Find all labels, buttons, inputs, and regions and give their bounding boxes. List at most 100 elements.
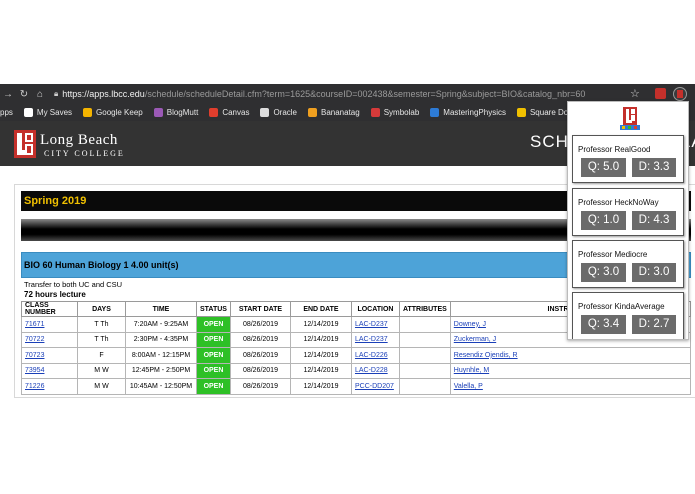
cell-start: 08/26/2019: [229, 378, 291, 395]
address-field[interactable]: https://apps.lbcc.edu/schedule/scheduleD…: [62, 89, 585, 99]
cell-end: 12/14/2019: [289, 331, 352, 348]
instructor-link[interactable]: Valella, P: [454, 383, 483, 390]
class-number-link[interactable]: 71226: [25, 383, 44, 390]
extension-icon[interactable]: [655, 88, 666, 99]
instructor-link[interactable]: Downey, J: [454, 321, 486, 328]
bookmark-label: Oracle: [273, 108, 297, 117]
cell-class-number: 73954: [21, 362, 78, 379]
bookmark-item[interactable]: My Saves: [23, 108, 73, 117]
rating-extension-popup: Professor RealGood Q: 5.0 D: 3.3 Professor …: [567, 101, 689, 340]
bookmark-label: MasteringPhysics: [443, 108, 506, 117]
col-status: STATUS: [196, 301, 231, 317]
lbcc-extension-icon[interactable]: [673, 87, 687, 101]
cell-end: 12/14/2019: [289, 378, 352, 395]
bookmark-item[interactable]: Bananatag: [308, 108, 360, 117]
cell-attributes: [398, 316, 451, 333]
bookmark-label: Symbolab: [383, 108, 420, 117]
squaredots-icon: [516, 108, 526, 117]
transfer-note: Transfer to both UC and CSU: [24, 280, 123, 289]
table-row: 73954 M W 12:45PM - 2:50PM OPEN 08/26/2019 12…: [21, 362, 692, 379]
quality-score: Q: 3.4: [581, 315, 626, 334]
cell-class-number: 71671: [21, 316, 78, 333]
bookmark-item[interactable]: Symbolab: [370, 108, 420, 117]
semester-label: Spring 2019: [24, 195, 87, 207]
professor-name: Professor HeckNoWay: [578, 198, 659, 207]
bookmark-label: Bananatag: [321, 108, 360, 117]
col-start-date: START DATE: [229, 301, 291, 317]
bookmark-item[interactable]: Oracle: [260, 108, 297, 117]
cell-days: M W: [77, 378, 126, 395]
col-attributes: ATTRIBUTES: [398, 301, 451, 317]
cell-attributes: [398, 347, 451, 364]
instructor-link[interactable]: Zuckerman, J: [454, 336, 496, 343]
col-class-number: CLASS NUMBER: [21, 301, 78, 317]
cell-status: OPEN: [196, 347, 231, 364]
instructor-link[interactable]: Resendiz Ojendis, R: [454, 352, 518, 359]
instructor-link[interactable]: Huynhle, M: [454, 367, 489, 374]
difficulty-score: D: 3.3: [632, 158, 676, 177]
location-link[interactable]: LAC-D226: [355, 352, 388, 359]
bookmark-item[interactable]: MasteringPhysics: [430, 108, 506, 117]
mastering-icon: [430, 108, 440, 117]
difficulty-score: D: 2.7: [632, 315, 676, 334]
lbcc-logo-icon[interactable]: [14, 130, 36, 158]
cell-location: LAC-D228: [350, 362, 400, 379]
difficulty-score: D: 4.3: [632, 211, 676, 230]
cell-time: 2:30PM - 4:35PM: [125, 331, 197, 348]
cell-start: 08/26/2019: [229, 347, 291, 364]
screenshot-stage: → ↻ ⌂ 🔒︎ https://apps.lbcc.edu/schedule/…: [0, 0, 695, 494]
bookmark-item[interactable]: Square Dots: [516, 108, 574, 117]
extension-logo-icon: [620, 107, 640, 130]
bookmark-label: Canvas: [222, 108, 250, 117]
bookmark-item[interactable]: pps: [0, 108, 13, 117]
cell-start: 08/26/2019: [229, 331, 291, 348]
cell-time: 7:20AM - 9:25AM: [125, 316, 197, 333]
professor-card[interactable]: Professor Mediocre Q: 3.0 D: 3.0: [572, 240, 684, 288]
reload-icon[interactable]: ↻: [16, 89, 32, 100]
bookmark-label: My Saves: [36, 108, 73, 117]
cell-status: OPEN: [196, 378, 231, 395]
cell-status: OPEN: [196, 362, 231, 379]
cell-location: LAC-D237: [350, 331, 400, 348]
home-icon[interactable]: ⌂: [32, 89, 48, 100]
cell-days: T Th: [77, 331, 126, 348]
bookmark-item[interactable]: Canvas: [209, 108, 249, 117]
logo-line1: Long Beach: [40, 132, 118, 148]
professor-card[interactable]: Professor RealGood Q: 5.0 D: 3.3: [572, 135, 684, 183]
forward-icon[interactable]: →: [0, 89, 16, 100]
professor-card[interactable]: Professor HeckNoWay Q: 1.0 D: 4.3: [572, 188, 684, 236]
col-end-date: END DATE: [289, 301, 352, 317]
cell-time: 8:00AM - 12:15PM: [125, 347, 197, 364]
bookmark-item[interactable]: Google Keep: [83, 108, 143, 117]
bookmark-label: pps: [0, 108, 13, 117]
table-row: 71226 M W 10:45AM - 12:50PM OPEN 08/26/2019 1…: [21, 378, 692, 395]
cell-status: OPEN: [196, 316, 231, 333]
bookmark-label: Google Keep: [96, 108, 143, 117]
cell-start: 08/26/2019: [229, 316, 291, 333]
location-link[interactable]: LAC-D237: [355, 321, 388, 328]
location-link[interactable]: LAC-D237: [355, 336, 388, 343]
professor-name: Professor RealGood: [578, 145, 651, 154]
professor-name: Professor Mediocre: [578, 250, 648, 259]
cell-instructor: Valella, P: [449, 378, 692, 395]
blogmutt-icon: [153, 108, 163, 117]
cell-class-number: 71226: [21, 378, 78, 395]
bananatag-icon: [308, 108, 317, 117]
cell-start: 08/26/2019: [229, 362, 291, 379]
table-row: 70723 F 8:00AM - 12:15PM OPEN 08/26/2019 12/1…: [21, 347, 692, 364]
url-host: https://apps.lbcc.edu: [62, 89, 145, 99]
bookmark-star-icon[interactable]: ☆: [630, 87, 640, 100]
cell-time: 10:45AM - 12:50PM: [125, 378, 197, 395]
cell-attributes: [398, 378, 451, 395]
location-link[interactable]: LAC-D228: [355, 367, 388, 374]
location-link[interactable]: PCC-DD207: [355, 383, 394, 390]
cell-end: 12/14/2019: [289, 347, 352, 364]
class-number-link[interactable]: 70723: [25, 352, 44, 359]
hours-note: 72 hours lecture: [24, 290, 86, 299]
professor-card[interactable]: Professor KindaAverage Q: 3.4 D: 2.7: [572, 292, 684, 339]
class-number-link[interactable]: 70722: [25, 336, 44, 343]
bookmark-item[interactable]: BlogMutt: [153, 108, 198, 117]
class-number-link[interactable]: 71671: [25, 321, 44, 328]
class-number-link[interactable]: 73954: [25, 367, 44, 374]
cell-attributes: [398, 331, 451, 348]
